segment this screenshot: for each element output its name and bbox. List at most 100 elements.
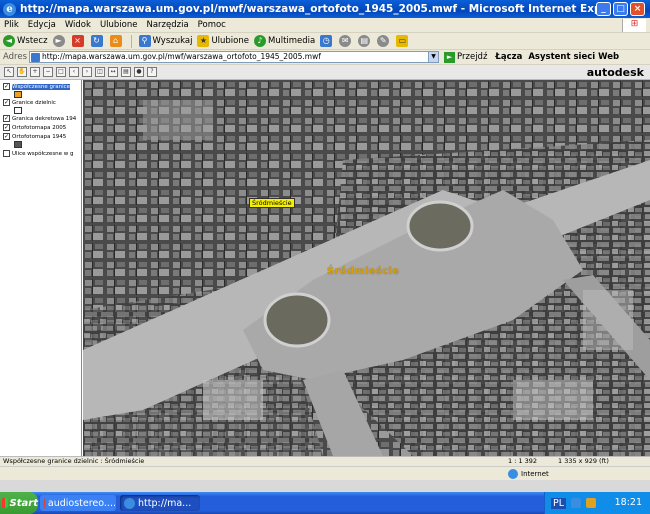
go-label: Przejdź — [457, 52, 488, 62]
multimedia-button[interactable]: ♪ Multimedia — [253, 35, 316, 47]
zoom-out-tool-icon[interactable]: − — [43, 67, 53, 77]
address-dropdown[interactable]: ▼ — [428, 51, 440, 63]
edit-icon: ✎ — [377, 35, 390, 47]
mail-button[interactable]: ✉ — [339, 35, 353, 47]
district-label: Śródmieście — [327, 266, 400, 277]
language-indicator[interactable]: PL — [551, 497, 567, 509]
autodesk-logo: autodesk — [586, 66, 644, 79]
maximize-button[interactable]: □ — [613, 2, 628, 16]
multimedia-label: Multimedia — [267, 36, 316, 46]
menu-ulubione[interactable]: Ulubione — [100, 20, 138, 30]
layer-checkbox[interactable]: ✓ — [3, 99, 10, 106]
folder-button[interactable]: ▭ — [396, 35, 410, 47]
forward-button[interactable]: ► — [52, 35, 67, 47]
home-button[interactable]: ⌂ — [109, 35, 124, 47]
layer-item[interactable]: ✓ Granice dzielnic — [3, 99, 56, 106]
web-assistant-button[interactable]: Asystent sieci Web — [528, 52, 619, 62]
security-zone: Internet — [508, 469, 549, 479]
status-selection: Współczesne granice dzielnic : Śródmieśc… — [3, 457, 145, 465]
zoom-goto-tool-icon[interactable]: › — [82, 67, 92, 77]
close-button[interactable]: × — [630, 2, 645, 16]
ie-task-icon — [124, 497, 135, 509]
favorites-label: Ulubione — [211, 36, 249, 46]
print-button[interactable]: ▤ — [358, 35, 372, 47]
layer-checkbox[interactable]: ✓ — [3, 115, 10, 122]
print-icon: ▤ — [358, 35, 371, 47]
search-label: Wyszukaj — [152, 36, 193, 46]
layer-checkbox[interactable] — [3, 150, 10, 157]
address-bar: Adres http://mapa.warszawa.um.gov.pl/mwf… — [0, 50, 650, 65]
desktop-strip — [0, 480, 650, 492]
refresh-icon: ↻ — [90, 35, 103, 47]
map-status-bar: Współczesne granice dzielnic : Śródmieśc… — [0, 456, 650, 466]
links-button[interactable]: Łącza — [495, 52, 522, 62]
menu-plik[interactable]: Plik — [4, 20, 19, 30]
address-url: http://mapa.warszawa.um.gov.pl/mwf/warsz… — [42, 52, 321, 61]
menu-narzedzia[interactable]: Narzędzia — [146, 20, 188, 30]
menu-pomoc[interactable]: Pomoc — [198, 20, 226, 30]
layer-item[interactable]: ✓ Ortofotomapa 2005 — [3, 124, 66, 131]
go-arrow-icon: ► — [444, 51, 456, 63]
layer-label: Ortofotomapa 1945 — [12, 133, 67, 140]
help-tool-icon[interactable]: ? — [147, 67, 157, 77]
menu-widok[interactable]: Widok — [65, 20, 91, 30]
stop-tool-icon[interactable]: ● — [134, 67, 144, 77]
pan-tool-icon[interactable]: ✋ — [17, 67, 27, 77]
layer-item[interactable]: ✓ Ortofotomapa 1945 — [3, 133, 66, 140]
back-arrow-icon: ◄ — [3, 35, 15, 47]
ie-icon: e — [3, 2, 16, 16]
status-scale: 1 : 1 392 — [508, 457, 538, 465]
history-button[interactable]: ◷ — [320, 35, 334, 47]
system-tray: PL 18:21 — [544, 492, 650, 514]
stop-icon: × — [71, 35, 84, 47]
refresh-button[interactable]: ↻ — [90, 35, 105, 47]
search-icon: ⚲ — [138, 35, 151, 47]
task-button-ie[interactable]: http://ma... — [120, 495, 200, 511]
go-button[interactable]: ► Przejdź — [444, 51, 488, 63]
windows-flag-icon — [2, 498, 8, 508]
stop-button[interactable]: × — [71, 35, 86, 47]
layer-item[interactable]: Ulice współczesne w g — [3, 150, 74, 157]
history-icon: ◷ — [320, 35, 333, 47]
menu-edycja[interactable]: Edycja — [28, 20, 56, 30]
minimize-button[interactable]: _ — [596, 2, 611, 16]
layer-item[interactable]: ✓ Współczesne granice — [3, 83, 71, 90]
print-tool-icon[interactable]: ▤ — [121, 67, 131, 77]
zoom-in-tool-icon[interactable]: + — [30, 67, 40, 77]
back-button[interactable]: ◄ Wstecz — [3, 35, 48, 47]
clock[interactable]: 18:21 — [615, 497, 642, 508]
layer-checkbox[interactable]: ✓ — [3, 83, 10, 90]
layer-label: Współczesne granice — [12, 83, 71, 90]
task-button-audiostereo[interactable]: audiostereo.... — [40, 495, 116, 511]
edit-button[interactable]: ✎ — [377, 35, 391, 47]
windows-logo-icon: ⊞ — [622, 19, 646, 32]
address-input[interactable]: http://mapa.warszawa.um.gov.pl/mwf/warsz… — [29, 51, 430, 63]
search-button[interactable]: ⚲ Wyszukaj — [138, 35, 193, 47]
opera-icon — [44, 497, 45, 509]
layer-item[interactable]: ✓ Granica dekretowa 194 — [3, 115, 76, 122]
volume-icon[interactable] — [586, 498, 597, 508]
back-label: Wstecz — [17, 36, 48, 46]
layer-label: Granica dekretowa 194 — [12, 115, 77, 122]
select-tool-icon[interactable]: ↖ — [4, 67, 14, 77]
zoom-previous-tool-icon[interactable]: ‹ — [69, 67, 79, 77]
fit-tool-icon[interactable]: ◫ — [95, 67, 105, 77]
favorites-button[interactable]: ★ Ulubione — [197, 35, 249, 47]
taskbar: Start audiostereo.... http://ma... PL 18… — [0, 492, 650, 514]
start-label: Start — [9, 497, 38, 509]
start-button[interactable]: Start — [0, 492, 38, 514]
task-label: http://ma... — [138, 497, 192, 509]
window-title: http://mapa.warszawa.um.gov.pl/mwf/warsz… — [20, 3, 605, 15]
map-view[interactable]: Śródmieście Śródmieście — [83, 80, 650, 456]
layer-checkbox[interactable]: ✓ — [3, 124, 10, 131]
district-label-box: Śródmieście — [249, 198, 295, 208]
star-icon: ★ — [197, 35, 210, 47]
title-bar: e http://mapa.warszawa.um.gov.pl/mwf/war… — [0, 0, 650, 18]
measure-tool-icon[interactable]: ↔ — [108, 67, 118, 77]
layer-checkbox[interactable]: ✓ — [3, 133, 10, 140]
network-icon[interactable] — [571, 498, 582, 508]
toolbar-separator — [130, 34, 132, 48]
home-icon: ⌂ — [109, 35, 122, 47]
zone-label: Internet — [521, 470, 549, 478]
zoom-window-tool-icon[interactable]: □ — [56, 67, 66, 77]
